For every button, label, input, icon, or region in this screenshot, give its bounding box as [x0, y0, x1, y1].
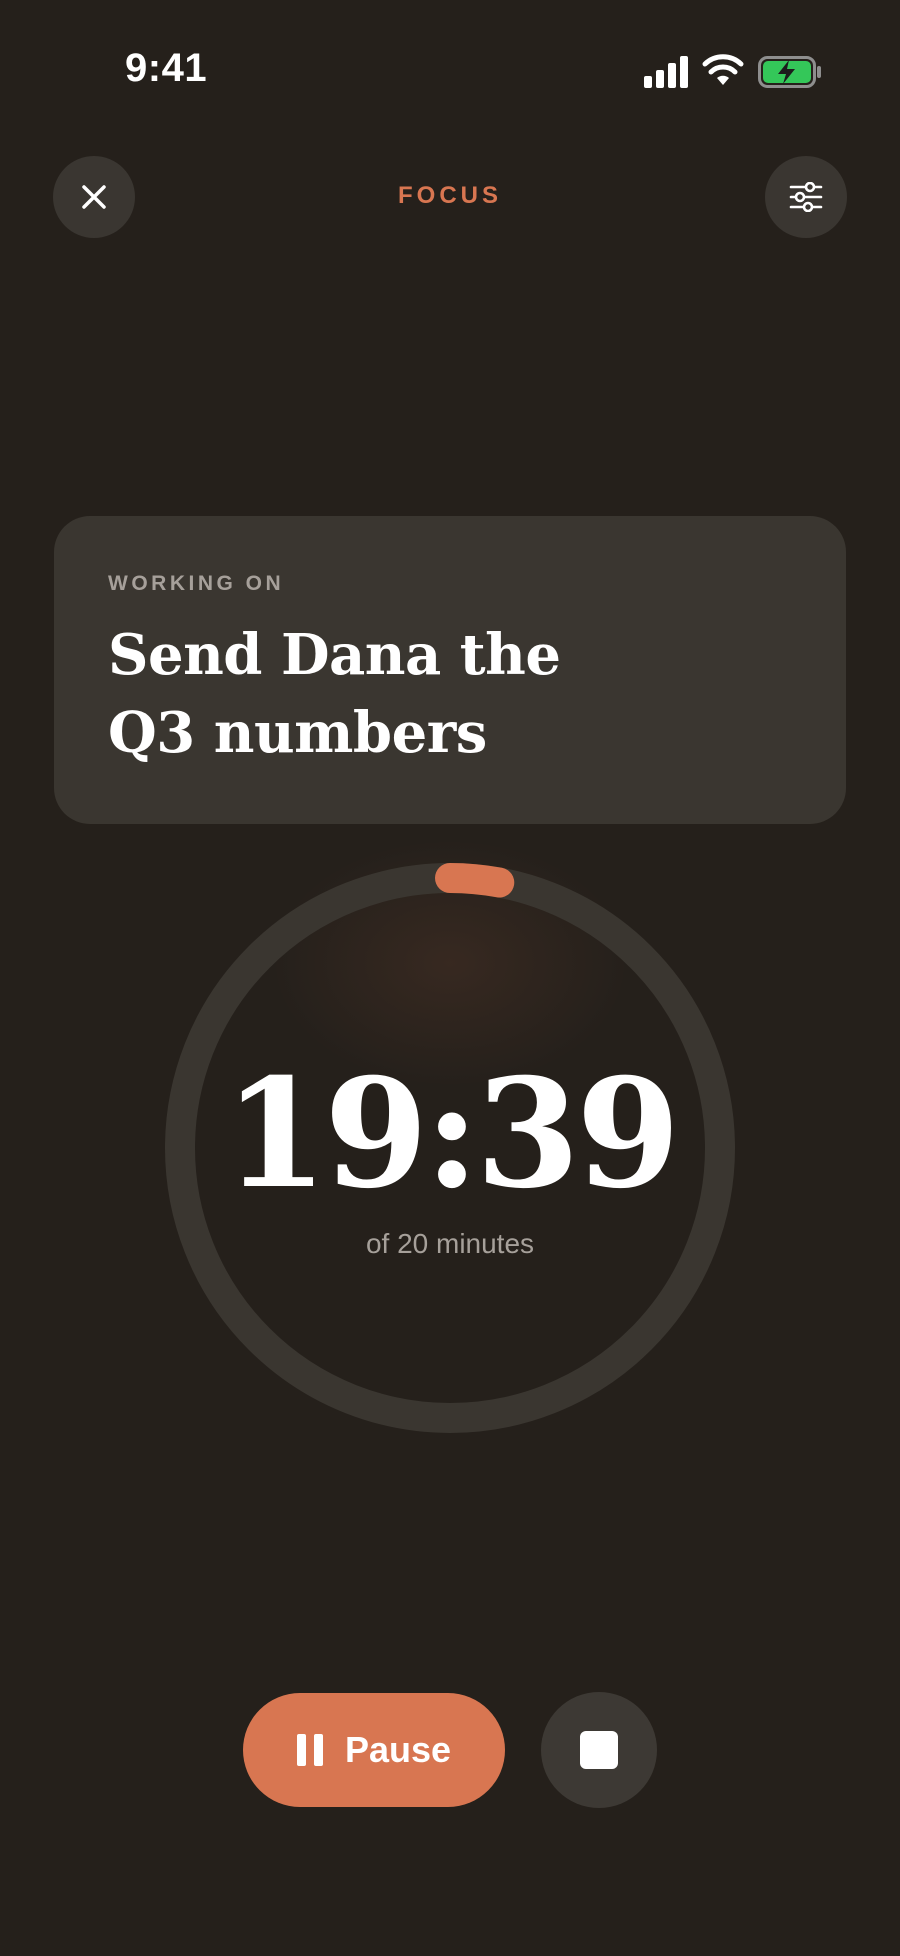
pause-button[interactable]: Pause [243, 1693, 505, 1807]
timer-total-label: of 20 minutes [365, 1228, 535, 1259]
sliders-icon [789, 182, 823, 212]
wifi-icon [702, 54, 744, 85]
stop-button[interactable] [541, 1692, 657, 1808]
settings-button[interactable] [765, 156, 847, 238]
timer-ring: 19:39 of 20 minutes [160, 858, 740, 1438]
task-title-line-2: Q3 numbers [108, 700, 487, 766]
pause-icon [296, 1734, 323, 1766]
task-card: WORKING ON Send Dana the Q3 numbers [54, 516, 846, 824]
task-title: Send Dana the Q3 numbers [108, 616, 728, 772]
status-bar: 9:41 [0, 0, 900, 140]
battery-charging-icon [758, 56, 821, 88]
stop-icon [580, 1731, 618, 1769]
task-title-line-1: Send Dana the [108, 622, 561, 688]
pause-label: Pause [344, 1729, 452, 1770]
signal-icon [644, 56, 688, 88]
timer-remaining: 19:39 [223, 1046, 681, 1222]
task-eyebrow: WORKING ON [108, 572, 285, 595]
status-time: 9:41 [125, 46, 208, 90]
